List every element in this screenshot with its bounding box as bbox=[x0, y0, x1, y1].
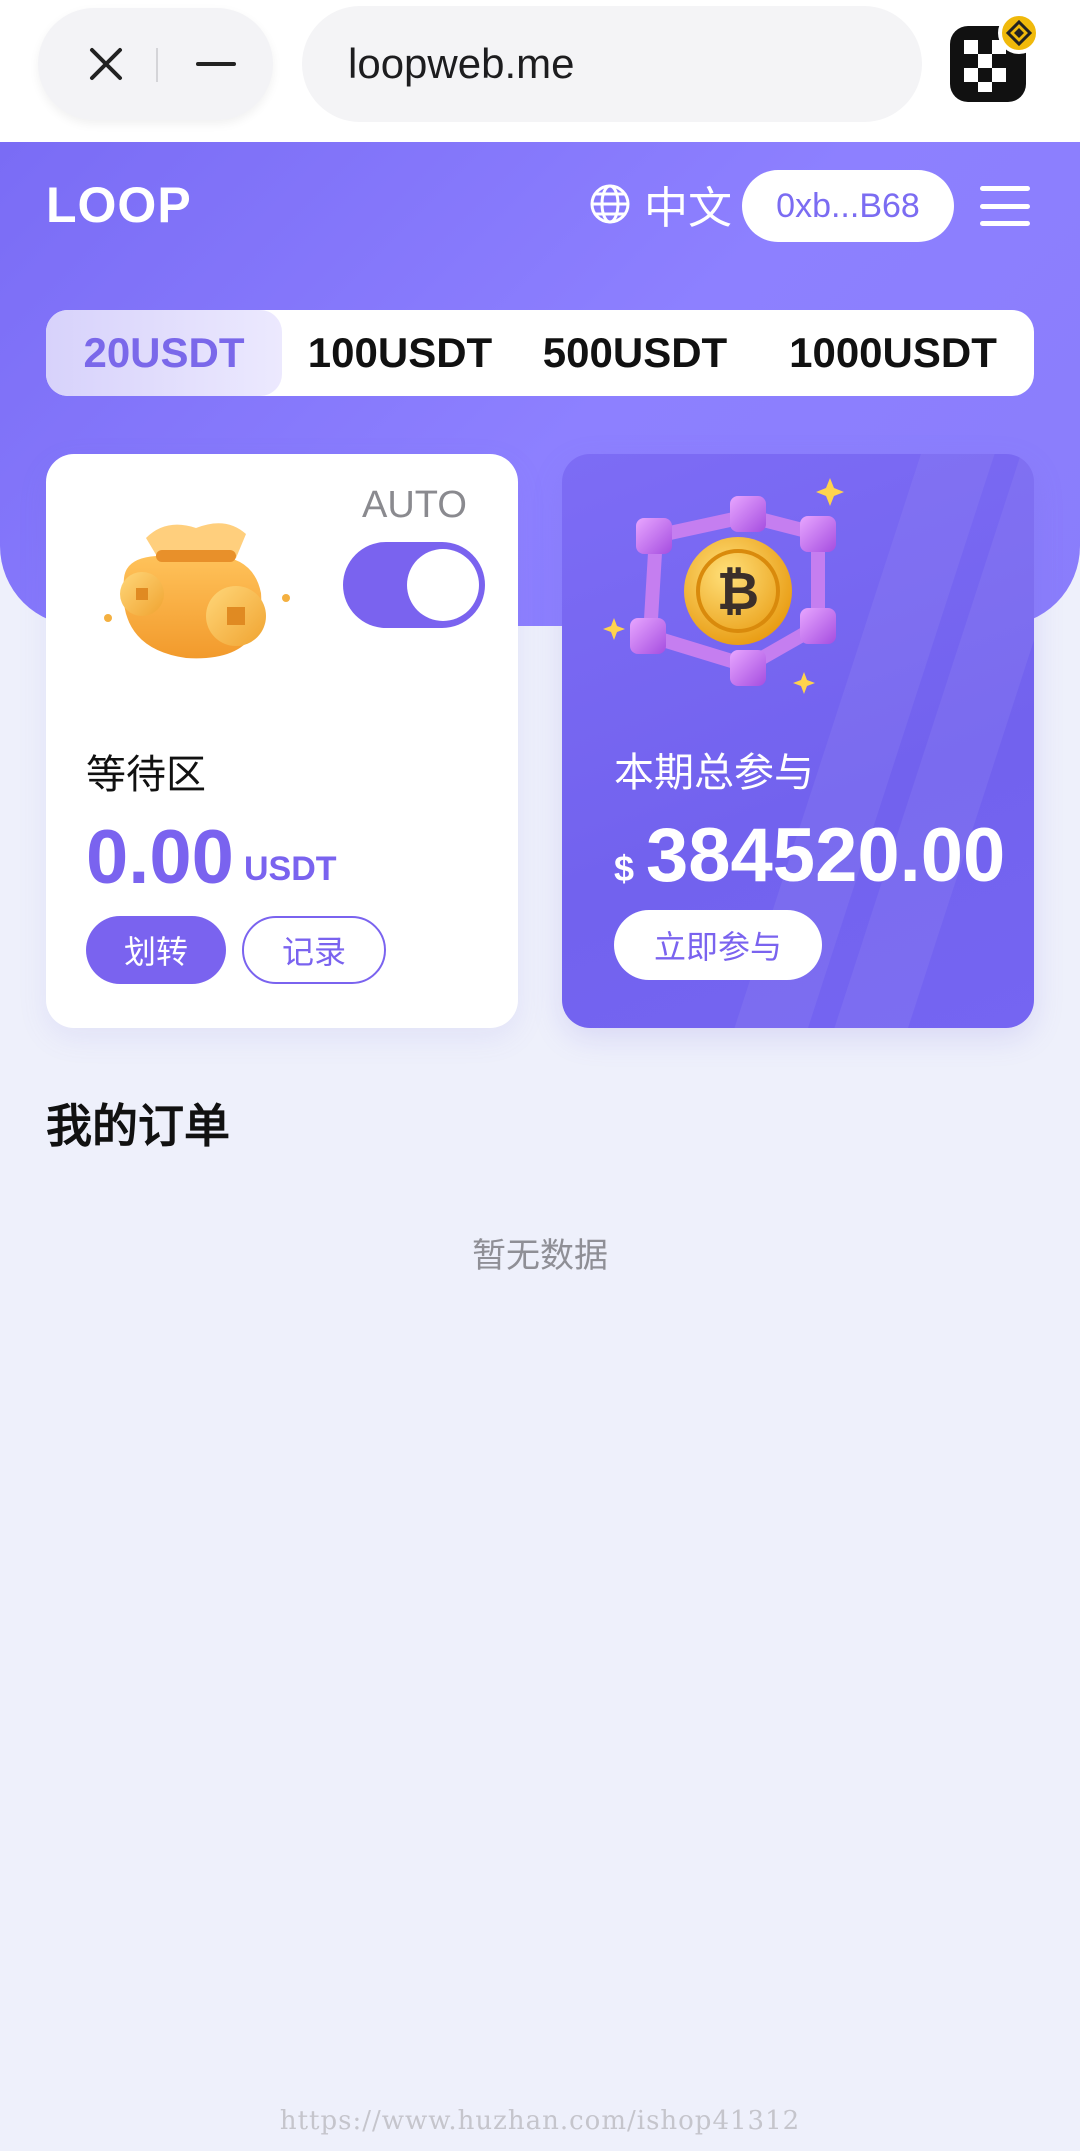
logo: LOOP bbox=[46, 177, 192, 233]
tab-20usdt[interactable]: 20USDT bbox=[46, 310, 282, 396]
app-icon[interactable] bbox=[950, 12, 1040, 102]
watermark: https://www.huzhan.com/ishop41312 bbox=[279, 2106, 801, 2136]
tab-500usdt[interactable]: 500USDT bbox=[518, 310, 752, 396]
language-label: 中文 bbox=[644, 184, 732, 233]
svg-text:₿: ₿ bbox=[717, 562, 759, 622]
join-now-button[interactable]: 立即参与 bbox=[614, 910, 822, 980]
amount-tabs: 20USDT 100USDT 500USDT 1000USDT bbox=[46, 310, 1034, 396]
badge-icon bbox=[998, 12, 1040, 54]
waiting-amount-unit: USDT bbox=[244, 850, 337, 888]
record-button[interactable]: 记录 bbox=[242, 916, 386, 984]
total-participation-card: ₿ 本期总参与 $ 384520.00 立即参与 bbox=[562, 454, 1034, 1028]
url-bar[interactable]: loopweb.me bbox=[302, 6, 922, 122]
wallet-address-button[interactable]: 0xb...B68 bbox=[742, 170, 954, 242]
url-text: loopweb.me bbox=[348, 40, 575, 87]
tab-1000usdt[interactable]: 1000USDT bbox=[752, 310, 1034, 396]
total-participation-amount: 384520.00 bbox=[646, 813, 1006, 898]
waiting-area-card: AUTO 等待区 0.00 USDT 划转 记录 bbox=[46, 454, 518, 1028]
globe-icon bbox=[590, 184, 630, 224]
language-switcher[interactable]: 中文 bbox=[588, 176, 732, 233]
money-bag-icon bbox=[104, 523, 290, 659]
menu-icon[interactable] bbox=[980, 186, 1030, 226]
transfer-button[interactable]: 划转 bbox=[86, 916, 226, 984]
tab-100usdt[interactable]: 100USDT bbox=[282, 310, 518, 396]
waiting-area-title: 等待区 bbox=[86, 753, 206, 797]
window-controls bbox=[38, 8, 273, 120]
waiting-amount: 0.00 bbox=[86, 815, 234, 900]
minimize-icon[interactable] bbox=[186, 34, 246, 94]
toggle-knob bbox=[407, 549, 479, 621]
auto-label: AUTO bbox=[362, 484, 467, 526]
browser-bar: loopweb.me bbox=[0, 0, 1080, 142]
total-participation-title: 本期总参与 bbox=[614, 751, 814, 795]
close-icon[interactable] bbox=[76, 34, 136, 94]
bitcoin-icon: ₿ bbox=[603, 478, 844, 694]
my-orders-title: 我的订单 bbox=[46, 1100, 230, 1152]
divider bbox=[156, 48, 158, 82]
empty-state-text: 暂无数据 bbox=[472, 1237, 608, 1275]
currency-symbol: $ bbox=[614, 848, 635, 889]
auto-toggle[interactable] bbox=[343, 542, 485, 628]
